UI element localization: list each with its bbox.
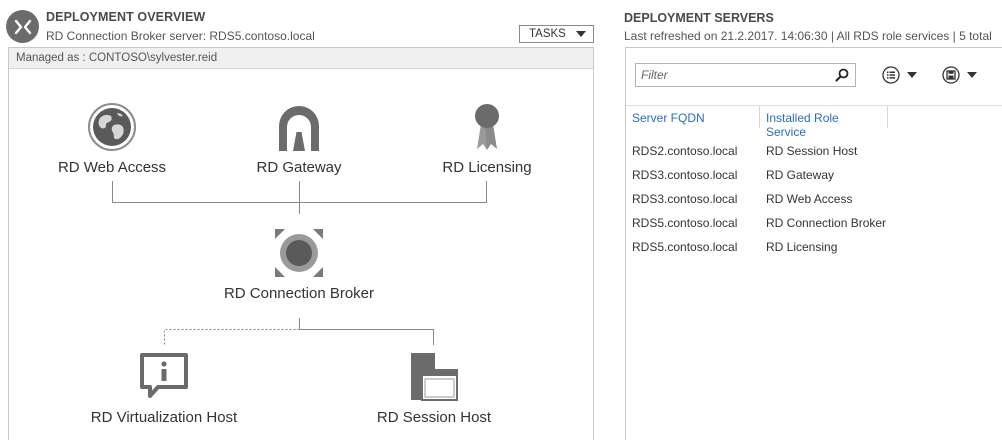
tasks-dropdown[interactable]: TASKS xyxy=(519,25,594,43)
filter-input[interactable] xyxy=(636,64,826,86)
server-window-icon xyxy=(411,353,458,401)
chevron-down-icon xyxy=(907,72,917,78)
cell-server-fqdn: RDS3.contoso.local xyxy=(632,192,738,206)
cell-role-service: RD Web Access xyxy=(766,192,853,206)
node-label: RD Licensing xyxy=(442,159,532,176)
node-rd-connection-broker[interactable]: RD Connection Broker xyxy=(204,228,394,302)
cell-role-service: RD Licensing xyxy=(766,240,838,254)
node-rd-licensing[interactable]: RD Licensing xyxy=(417,102,557,176)
servers-title: DEPLOYMENT SERVERS xyxy=(624,11,774,25)
table-row[interactable]: RDS3.contoso.local RD Gateway xyxy=(626,166,1002,190)
tasks-label: TASKS xyxy=(529,28,566,40)
table-row[interactable]: RDS5.contoso.local RD Licensing xyxy=(626,238,1002,262)
gateway-icon xyxy=(279,106,319,151)
cell-role-service: RD Session Host xyxy=(766,144,858,158)
save-icon xyxy=(942,66,960,84)
deployment-diagram: Managed as : CONTOSO\sylvester.reid RD W… xyxy=(8,47,594,440)
list-options-icon xyxy=(882,66,900,84)
servers-toolbar xyxy=(626,48,1002,106)
node-rd-gateway[interactable]: RD Gateway xyxy=(229,102,369,176)
servers-subtitle: Last refreshed on 21.2.2017. 14:06:30 | … xyxy=(624,29,992,43)
cell-server-fqdn: RDS3.contoso.local xyxy=(632,168,738,182)
column-header-server-fqdn[interactable]: Server FQDN xyxy=(626,106,760,128)
node-rd-session-host[interactable]: RD Session Host xyxy=(344,352,524,426)
chevron-down-icon xyxy=(967,72,977,78)
search-icon[interactable] xyxy=(835,68,849,87)
node-rd-virtualization-host[interactable]: RD Virtualization Host xyxy=(74,352,254,426)
award-ribbon-icon xyxy=(475,104,499,150)
overview-subtitle: RD Connection Broker server: RDS5.contos… xyxy=(46,29,315,43)
node-label: RD Gateway xyxy=(256,159,342,176)
cell-role-service: RD Connection Broker xyxy=(766,216,887,230)
cell-server-fqdn: RDS2.contoso.local xyxy=(632,144,738,158)
chevron-down-icon xyxy=(576,31,586,37)
filter-box xyxy=(635,63,856,87)
column-header-installed-role[interactable]: Installed Role Service xyxy=(760,106,888,139)
save-query-button[interactable] xyxy=(942,65,977,85)
cell-server-fqdn: RDS5.contoso.local xyxy=(632,216,738,230)
node-rd-web-access[interactable]: RD Web Access xyxy=(42,102,182,176)
node-label: RD Connection Broker xyxy=(223,285,375,302)
cell-server-fqdn: RDS5.contoso.local xyxy=(632,240,738,254)
table-row[interactable]: RDS3.contoso.local RD Web Access xyxy=(626,190,1002,214)
deployment-servers-panel: DEPLOYMENT SERVERS Last refreshed on 21.… xyxy=(600,0,1002,440)
connection-broker-icon xyxy=(275,229,323,277)
table-row[interactable]: RDS2.contoso.local RD Session Host xyxy=(626,142,1002,166)
deployment-overview-panel: DEPLOYMENT OVERVIEW RD Connection Broker… xyxy=(0,0,600,440)
cell-role-service: RD Gateway xyxy=(766,168,835,182)
servers-table-body: RDS2.contoso.local RD Session Host RDS3.… xyxy=(626,142,1002,262)
servers-list-box: Server FQDN Installed Role Service RDS2.… xyxy=(625,47,1002,440)
node-label: RD Web Access xyxy=(57,159,167,176)
deployment-overview-icon xyxy=(6,10,39,43)
node-label: RD Virtualization Host xyxy=(90,409,238,426)
view-options-button[interactable] xyxy=(882,65,917,85)
info-message-icon xyxy=(140,353,188,398)
overview-title: DEPLOYMENT OVERVIEW xyxy=(46,10,206,24)
node-label: RD Session Host xyxy=(376,409,492,426)
table-row[interactable]: RDS5.contoso.local RD Connection Broker xyxy=(626,214,1002,238)
globe-icon xyxy=(88,103,136,151)
